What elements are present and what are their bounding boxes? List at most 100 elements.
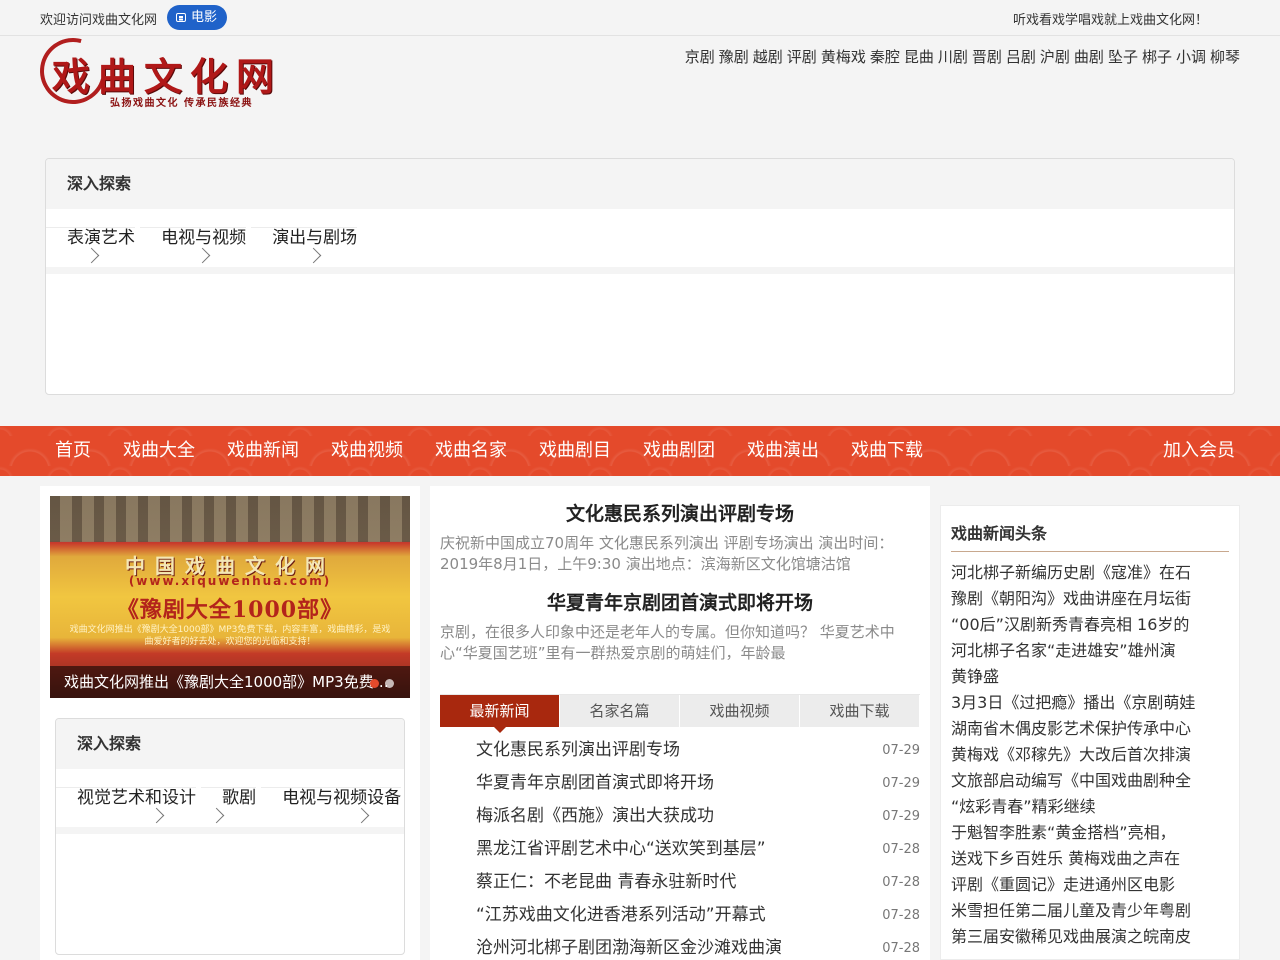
- headline-news-item: 3月3日《过把瘾》播出《京剧萌娃: [951, 690, 1229, 716]
- headline-news-link[interactable]: 河北梆子新编历史剧《寇准》在石: [951, 563, 1191, 582]
- news-title-link[interactable]: 蔡正仁：不老昆曲 青春永驻新时代: [476, 866, 736, 899]
- opera-type-link[interactable]: 曲剧: [1074, 46, 1104, 67]
- headline-news-link[interactable]: 豫剧《朝阳沟》戏曲讲座在月坛街: [951, 589, 1191, 608]
- headline-news-item: 湖南省木偶皮影艺术保护传承中心: [951, 716, 1229, 742]
- headline-news-link[interactable]: “00后”汉剧新秀青春亮相 16岁的: [951, 615, 1189, 634]
- headline-title[interactable]: 华夏青年京剧团首演式即将开场: [547, 592, 813, 614]
- nav-item[interactable]: 戏曲剧团: [633, 426, 725, 476]
- tab-latest-news[interactable]: 最新新闻: [440, 695, 560, 733]
- explore-item-tv-equipment[interactable]: 电视与视频设备: [261, 787, 402, 824]
- middle-column: 文化惠民系列演出评剧专场 庆祝新中国成立70周年 文化惠民系列演出 评剧专场演出…: [430, 486, 930, 960]
- news-title-link[interactable]: “江苏戏曲文化进香港系列活动”开幕式: [476, 899, 766, 932]
- opera-type-link[interactable]: 小调: [1176, 46, 1206, 67]
- nav-item[interactable]: 戏曲剧目: [529, 426, 621, 476]
- explore-item-visual-arts[interactable]: 视觉艺术和设计: [56, 787, 196, 824]
- opera-type-link[interactable]: 梆子: [1142, 46, 1172, 67]
- headline-news-link[interactable]: 评剧《重圆记》走进通州区电影: [951, 875, 1175, 894]
- film-icon: [176, 13, 186, 22]
- nav-item[interactable]: 首页: [45, 426, 101, 476]
- opera-type-link[interactable]: 评剧: [787, 46, 817, 67]
- opera-type-link[interactable]: 沪剧: [1040, 46, 1070, 67]
- news-row: 梅派名剧《西施》演出大获成功 07-29: [440, 800, 920, 833]
- headline-news-link[interactable]: 河北梆子名家“走进雄安”雄州演: [951, 641, 1176, 660]
- opera-type-link[interactable]: 川剧: [938, 46, 968, 67]
- nav-item[interactable]: 戏曲新闻: [217, 426, 309, 476]
- headline-news-item: 文旅部启动编写《中国戏曲剧种全: [951, 768, 1229, 794]
- news-row: 文化惠民系列演出评剧专场 07-29: [440, 734, 920, 767]
- opera-type-links: 京剧 豫剧 越剧 评剧 黄梅戏 秦腔 昆曲 川剧 晋剧 吕剧 沪剧 曲剧 坠子 梆子 小调 柳琴: [685, 46, 1240, 67]
- opera-type-link[interactable]: 越剧: [753, 46, 783, 67]
- headline-news-link[interactable]: 黄梅戏《邓稼先》大改后首次排演: [951, 745, 1191, 764]
- explore-title: 深入探索: [56, 719, 404, 769]
- headline-news-item: “00后”汉剧新秀青春亮相 16岁的: [951, 612, 1229, 638]
- explore-item-tv-video[interactable]: 电视与视频: [140, 227, 247, 264]
- headline-news-item: 河北梆子名家“走进雄安”雄州演: [951, 638, 1229, 664]
- movie-pill-button[interactable]: 电影: [167, 5, 228, 30]
- explore-panel-top: 深入探索 表演艺术 电视与视频 演出与剧场: [45, 158, 1235, 395]
- opera-type-link[interactable]: 秦腔: [870, 46, 900, 67]
- opera-type-link[interactable]: 黄梅戏: [821, 46, 866, 67]
- chevron-right-icon: [194, 247, 211, 264]
- tab-opera-download[interactable]: 戏曲下载: [800, 695, 920, 727]
- news-title-link[interactable]: 梅派名剧《西施》演出大获成功: [476, 800, 714, 833]
- nav-item[interactable]: 戏曲大全: [113, 426, 205, 476]
- headline-news-item: 黄铮盛: [951, 664, 1229, 690]
- chevron-right-icon: [305, 247, 322, 264]
- opera-type-link[interactable]: 豫剧: [719, 46, 749, 67]
- news-date: 07-28: [882, 941, 920, 956]
- slide-body: 戏曲文化网推出《豫剧大全1000部》MP3免费下载，内容丰富，戏曲精彩，是戏曲爱…: [69, 625, 391, 647]
- site-logo[interactable]: 戏曲文化网 弘扬戏曲文化 传承民族经典: [27, 25, 302, 117]
- nav-item[interactable]: 戏曲演出: [737, 426, 829, 476]
- opera-type-link[interactable]: 昆曲: [904, 46, 934, 67]
- headline-news-link[interactable]: 黄铮盛: [951, 667, 999, 686]
- headline-news-item: 于魁智李胜素“黄金搭档”亮相，: [951, 820, 1229, 846]
- news-tabs: 最新新闻 名家名篇 戏曲视频 戏曲下载: [440, 694, 920, 733]
- opera-type-link[interactable]: 柳琴: [1210, 46, 1240, 67]
- news-title-link[interactable]: 黑龙江省评剧艺术中心“送欢笑到基层”: [476, 833, 766, 866]
- headline-news-item: 黄梅戏《邓稼先》大改后首次排演: [951, 742, 1229, 768]
- news-row: 黑龙江省评剧艺术中心“送欢笑到基层” 07-28: [440, 833, 920, 866]
- logo-subtitle: 弘扬戏曲文化 传承民族经典: [110, 98, 253, 109]
- headline-news-link[interactable]: 送戏下乡百姓乐 黄梅戏曲之声在: [951, 849, 1180, 868]
- nav-item[interactable]: 戏曲名家: [425, 426, 517, 476]
- headline-news-link[interactable]: 3月3日《过把瘾》播出《京剧萌娃: [951, 693, 1195, 712]
- news-date: 07-28: [882, 875, 920, 890]
- opera-type-link[interactable]: 京剧: [685, 46, 715, 67]
- headline-news-link[interactable]: 于魁智李胜素“黄金搭档”亮相，: [951, 823, 1176, 842]
- slide-dot[interactable]: [370, 679, 379, 688]
- news-list: 文化惠民系列演出评剧专场 07-29 华夏青年京剧团首演式即将开场 07-29 梅派名剧…: [440, 734, 920, 960]
- headline-news-link[interactable]: 米雪担任第二届儿童及青少年粤剧: [951, 901, 1191, 920]
- headline-news-link[interactable]: “炫彩青春”精彩继续: [951, 797, 1096, 816]
- tab-masters[interactable]: 名家名篇: [560, 695, 680, 727]
- news-date: 07-28: [882, 842, 920, 857]
- featured-slide[interactable]: 中国戏曲文化网 (www.xiquwenhua.com) 《豫剧大全1000部》…: [50, 496, 410, 698]
- explore-item-opera[interactable]: 歌剧: [201, 787, 257, 824]
- opera-type-link[interactable]: 吕剧: [1006, 46, 1036, 67]
- headline-news-link[interactable]: 第三届安徽稀见戏曲展演之皖南皮: [951, 927, 1191, 946]
- nav-item[interactable]: 戏曲下载: [841, 426, 933, 476]
- headline-news-list: 河北梆子新编历史剧《寇准》在石 豫剧《朝阳沟》戏曲讲座在月坛街 “00后”汉剧新秀青…: [951, 560, 1229, 950]
- headline-news-link[interactable]: 文旅部启动编写《中国戏曲剧种全: [951, 771, 1191, 790]
- news-title-link[interactable]: 沧州河北梆子剧团渤海新区金沙滩戏曲演: [476, 932, 782, 960]
- explore-item-theatre[interactable]: 演出与剧场: [251, 227, 358, 264]
- headline-news-link[interactable]: 湖南省木偶皮影艺术保护传承中心: [951, 719, 1191, 738]
- join-member-link[interactable]: 加入会员: [1163, 426, 1235, 476]
- news-title-link[interactable]: 华夏青年京剧团首演式即将开场: [476, 767, 714, 800]
- chevron-right-icon: [208, 807, 225, 824]
- opera-type-link[interactable]: 坠子: [1108, 46, 1138, 67]
- news-title-link[interactable]: 文化惠民系列演出评剧专场: [476, 734, 680, 767]
- headline-news-item: 评剧《重圆记》走进通州区电影: [951, 872, 1229, 898]
- slide-dots: [370, 679, 394, 688]
- explore-item-label: 电视与视频: [161, 228, 247, 248]
- tab-opera-video[interactable]: 戏曲视频: [680, 695, 800, 727]
- nav-item[interactable]: 戏曲视频: [321, 426, 413, 476]
- opera-type-link[interactable]: 晋剧: [972, 46, 1002, 67]
- chevron-right-icon: [83, 247, 100, 264]
- explore-item-label: 歌剧: [222, 788, 257, 808]
- explore-item-performing-arts[interactable]: 表演艺术: [46, 227, 135, 264]
- headline-title[interactable]: 文化惠民系列演出评剧专场: [566, 503, 794, 525]
- slide-dot[interactable]: [385, 679, 394, 688]
- slide-heading: 《豫剧大全1000部》: [116, 597, 344, 623]
- chevron-right-icon: [148, 807, 165, 824]
- news-date: 07-29: [882, 776, 920, 791]
